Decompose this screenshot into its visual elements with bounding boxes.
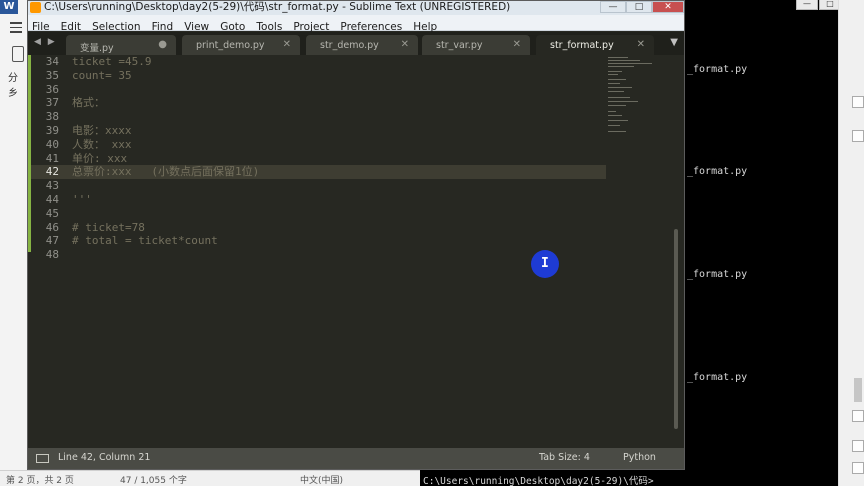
- tab-print-demo[interactable]: print_demo.py ✕: [182, 35, 300, 55]
- code-line[interactable]: # ticket=78: [72, 221, 592, 235]
- line-number: 39: [45, 123, 59, 137]
- split-label: 分乡: [8, 73, 18, 99]
- scroll-down-button[interactable]: [852, 462, 864, 474]
- code-line[interactable]: [72, 207, 592, 221]
- status-bar: Line 42, Column 21 Tab Size: 4 Python: [28, 448, 684, 469]
- line-number: 38: [45, 110, 59, 124]
- tab-label: print_demo.py: [196, 40, 265, 51]
- cursor-position: Line 42, Column 21: [58, 452, 151, 463]
- scroll-button[interactable]: [852, 440, 864, 452]
- minimap[interactable]: [608, 57, 658, 137]
- title-bar[interactable]: C:\Users\running\Desktop\day2(5-29)\代码\s…: [28, 1, 684, 15]
- code-line[interactable]: count= 35: [72, 69, 592, 83]
- unsaved-dot-icon[interactable]: ●: [158, 39, 167, 50]
- line-number: 45: [45, 206, 59, 220]
- tab-overflow-icon[interactable]: ▼: [670, 37, 678, 48]
- code-line[interactable]: 单价: xxx: [72, 152, 592, 166]
- line-number: 41: [45, 151, 59, 165]
- split-icon[interactable]: [12, 46, 24, 62]
- terminal-scrollbar[interactable]: [838, 0, 864, 486]
- close-icon[interactable]: ✕: [283, 39, 291, 50]
- code-line[interactable]: [72, 248, 592, 262]
- minimize-icon[interactable]: —: [796, 0, 818, 10]
- maximize-button[interactable]: □: [626, 1, 652, 13]
- sublime-logo-icon: [30, 2, 41, 13]
- code-line[interactable]: ''': [72, 193, 592, 207]
- terminal-line: _format.py: [687, 64, 748, 75]
- code-line[interactable]: # total = ticket*count: [72, 234, 592, 248]
- terminal-prompt-bar: C:\Users\running\Desktop\day2(5-29)\代码>: [420, 470, 838, 487]
- code-text[interactable]: ticket =45.9 count= 35 格式： 电影：xxxx 人数： x…: [72, 55, 592, 262]
- panel-toggle-icon[interactable]: [36, 454, 49, 463]
- mouse-cursor-highlight: I: [531, 250, 559, 278]
- tab-size-selector[interactable]: Tab Size: 4: [539, 452, 590, 463]
- tab-label: str_format.py: [550, 40, 614, 51]
- close-icon[interactable]: ✕: [637, 39, 645, 50]
- terminal-window: _format.py _format.py _format.py _format…: [683, 0, 838, 486]
- sublime-window: C:\Users\running\Desktop\day2(5-29)\代码\s…: [27, 0, 685, 470]
- scroll-button[interactable]: [852, 410, 864, 422]
- background-status-strip: 第 2 页，共 2 页 47 / 1,055 个字 中文(中国): [0, 470, 420, 486]
- text-cursor-icon: I: [541, 256, 549, 271]
- tab-variables[interactable]: 变量.py ●: [66, 35, 176, 55]
- line-number: 48: [45, 248, 59, 262]
- code-editor[interactable]: 34 35 36 37 38 39 40 41 42 43 44 45 46 4…: [28, 55, 684, 448]
- word-count: 47 / 1,055 个字: [120, 476, 187, 486]
- line-number: 43: [45, 179, 59, 193]
- page-count: 第 2 页，共 2 页: [6, 476, 74, 486]
- editor-scrollbar[interactable]: [674, 229, 678, 429]
- close-button[interactable]: ✕: [652, 1, 684, 13]
- tab-label: str_demo.py: [320, 40, 379, 51]
- line-number: 46: [45, 220, 59, 234]
- line-number: 44: [45, 192, 59, 206]
- tab-label: 变量.py: [80, 43, 114, 54]
- tab-str-demo[interactable]: str_demo.py ✕: [306, 35, 418, 55]
- window-title: C:\Users\running\Desktop\day2(5-29)\代码\s…: [44, 1, 511, 13]
- code-line[interactable]: 人数： xxx: [72, 138, 592, 152]
- close-icon[interactable]: ✕: [401, 39, 409, 50]
- scroll-button[interactable]: [852, 130, 864, 142]
- background-app-panel: W 分乡: [0, 0, 27, 486]
- tab-nav-arrows-icon[interactable]: ◀ ▶: [34, 37, 57, 47]
- code-line[interactable]: [72, 110, 592, 124]
- line-number: 47: [45, 234, 59, 248]
- scroll-up-button[interactable]: [852, 96, 864, 108]
- code-line[interactable]: 电影：xxxx: [72, 124, 592, 138]
- terminal-line: _format.py: [687, 269, 748, 280]
- terminal-line: _format.py: [687, 166, 748, 177]
- tab-label: str_var.py: [436, 40, 483, 51]
- close-icon[interactable]: ✕: [513, 39, 521, 50]
- code-line[interactable]: [72, 83, 592, 97]
- terminal-prompt[interactable]: C:\Users\running\Desktop\day2(5-29)\代码>: [423, 473, 654, 487]
- line-number-current: 42: [45, 165, 59, 179]
- tab-str-var[interactable]: str_var.py ✕: [422, 35, 530, 55]
- tab-str-format[interactable]: str_format.py ✕: [536, 35, 654, 55]
- hamburger-menu-icon[interactable]: [10, 22, 22, 36]
- line-number: 40: [45, 137, 59, 151]
- syntax-selector[interactable]: Python: [623, 452, 656, 463]
- minimize-button[interactable]: —: [600, 1, 626, 13]
- menu-bar: File Edit Selection Find View Goto Tools…: [28, 15, 684, 33]
- word-app-icon[interactable]: W: [0, 0, 18, 14]
- terminal-line: _format.py: [687, 372, 748, 383]
- scrollbar-thumb[interactable]: [854, 378, 862, 402]
- language: 中文(中国): [300, 476, 344, 486]
- code-line[interactable]: 格式：: [72, 96, 592, 110]
- tab-bar: ◀ ▶ 变量.py ● print_demo.py ✕ str_demo.py …: [28, 32, 684, 55]
- line-number: 35: [45, 68, 59, 82]
- code-line-current[interactable]: 总票价:xxx (小数点后面保留1位): [72, 165, 592, 179]
- code-line[interactable]: ticket =45.9: [72, 55, 592, 69]
- line-number: 36: [45, 82, 59, 96]
- line-number: 37: [45, 96, 59, 110]
- code-line[interactable]: [72, 179, 592, 193]
- line-number: 34: [45, 55, 59, 68]
- line-number-gutter: 34 35 36 37 38 39 40 41 42 43 44 45 46 4…: [31, 55, 61, 262]
